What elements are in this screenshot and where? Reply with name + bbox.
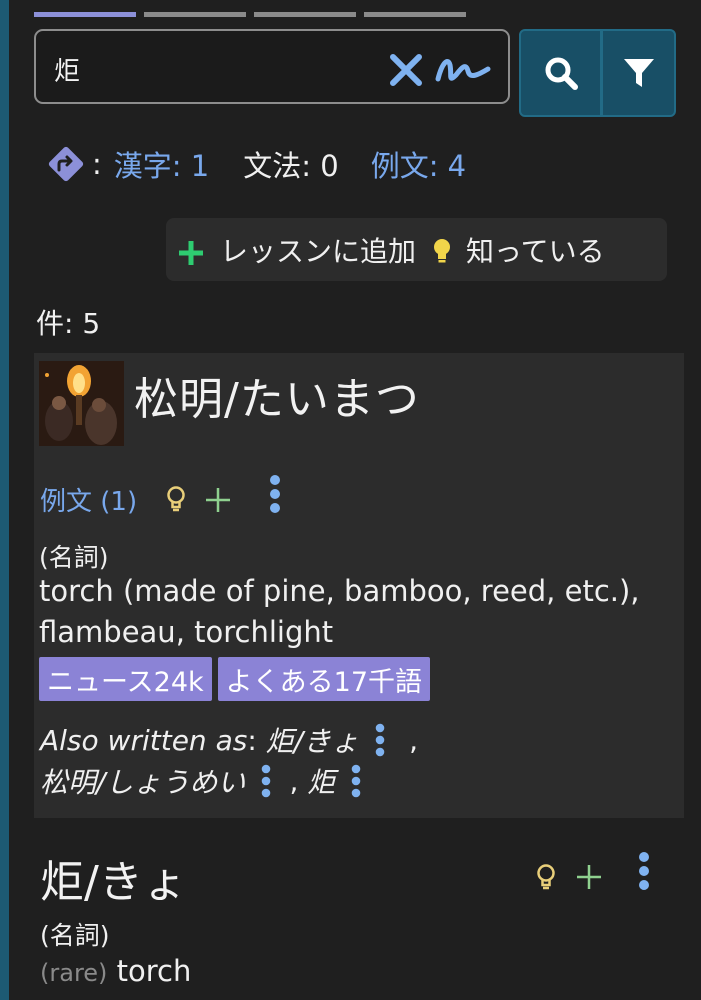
entry-2-part-of-speech: (名詞) [40,921,110,950]
add-to-lesson-button[interactable]: レッスンに追加 [176,230,416,270]
jump-to-icon[interactable] [44,142,88,186]
examples-count-link[interactable]: 例文: 4 [371,143,466,185]
lightbulb-icon [434,238,451,262]
part-of-speech: (名詞) [39,543,109,572]
known-button[interactable]: 知っている [430,230,605,270]
plus-icon [179,240,203,265]
entry-examples-link[interactable]: 例文 (1) [40,481,137,518]
tab-bar [34,0,466,17]
result-type-counts: : 漢字: 1 文法: 0 例文: 4 [44,140,466,188]
entry-thumbnail[interactable] [39,361,124,446]
alt-form-2[interactable]: 松明/しょうめい [40,761,245,801]
entry-tags: ニュース24k よくある17千語 [39,657,431,701]
counts-colon: : [92,147,102,181]
kanji-count-link[interactable]: 漢字: 1 [114,143,209,185]
add-to-lesson-icon[interactable] [204,486,232,514]
more-options-icon[interactable] [268,473,282,515]
grammar-count: 文法: 0 [243,149,339,183]
result-count: 件: 5 [36,307,101,340]
entry-2-mark-known-icon[interactable] [535,863,557,893]
rare-note: (rare) [40,959,108,987]
search-query[interactable]: 炬 [54,51,80,88]
also-written-line-1: Also written as: 炬/きょ , [40,720,418,760]
entry-2-add-icon[interactable] [575,863,603,891]
entry-2-gloss: (rare) torch [40,951,191,994]
left-rail [0,0,9,1000]
entry-2-more-options-icon[interactable] [637,850,651,892]
gloss-line-1: torch (made of pine, bamboo, reed, etc.)… [39,574,640,608]
entry-headword[interactable]: 松明/たいまつ [134,363,420,427]
search-button[interactable] [519,29,602,117]
add-to-lesson-label: レッスンに追加 [220,234,417,268]
tab-4[interactable] [364,0,466,17]
alt-form-3-options-icon[interactable] [349,763,363,799]
tag-common: よくある17千語 [217,657,431,701]
entry-2-gloss-text: torch [116,954,192,988]
search-icon [545,57,578,90]
also-written-label: Also written as [40,723,248,757]
tab-3[interactable] [254,0,356,17]
tag-news: ニュース24k [39,657,212,701]
entry-2-headword[interactable]: 炬/きょ [40,846,187,910]
also-written-line-2: 松明/しょうめい , 炬 [40,761,363,801]
tab-1[interactable] [34,0,136,17]
known-label: 知っている [466,234,605,268]
alt-form-1[interactable]: 炬/きょ [266,720,359,760]
clear-icon[interactable] [388,52,424,88]
bulk-actions: レッスンに追加 知っている [166,218,667,281]
handwriting-icon[interactable] [434,53,492,87]
filter-icon [623,59,654,87]
search-input[interactable]: 炬 [34,29,510,104]
alt-form-1-options-icon[interactable] [373,722,387,758]
mark-known-icon[interactable] [165,485,187,515]
alt-form-3[interactable]: 炬 [307,761,335,801]
gloss-line-2: flambeau, torchlight [39,615,334,649]
filter-button[interactable] [601,29,676,117]
entry-card: 松明/たいまつ 例文 (1) (名詞) torch (made of pine,… [34,353,684,818]
tab-2[interactable] [144,0,246,17]
alt-form-2-options-icon[interactable] [259,763,273,799]
